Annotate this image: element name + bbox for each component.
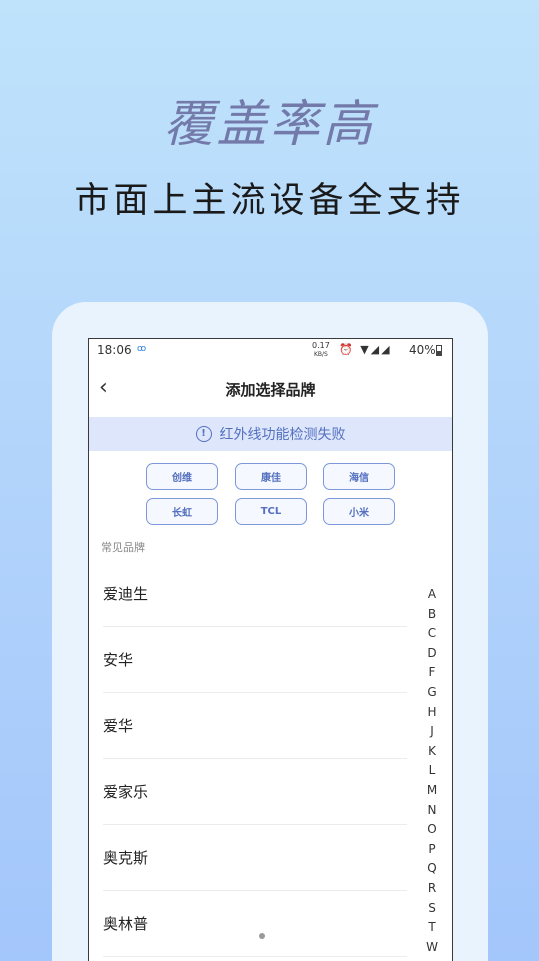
app-screen: 18:06 ꝏ 0.17 KB/S ⏰ ▼◢◢ 40% ‹ 添加选择品牌 ! 红… [88, 338, 453, 961]
index-letter[interactable]: F [425, 663, 439, 683]
headline: 覆盖率高 [163, 95, 376, 153]
status-time: 18:06 [97, 343, 132, 357]
section-label: 常见品牌 [101, 541, 145, 554]
index-letter[interactable]: B [425, 605, 439, 625]
net-speed: 0.17 KB/S [312, 342, 330, 359]
list-item[interactable]: 安华 [103, 627, 407, 693]
page-title: 添加选择品牌 [225, 381, 316, 399]
quick-brand-button[interactable]: 康佳 [235, 463, 307, 490]
index-letter[interactable]: K [425, 742, 439, 762]
list-item[interactable]: 奥林普 [103, 891, 407, 957]
quick-brand-button[interactable]: TCL [235, 498, 307, 525]
index-letter[interactable]: H [425, 703, 439, 723]
status-bar: 18:06 ꝏ 0.17 KB/S ⏰ ▼◢◢ 40% [89, 339, 452, 363]
battery-percent: 40% [409, 343, 436, 357]
index-letter[interactable]: P [425, 840, 439, 860]
index-letter[interactable]: A [425, 585, 439, 605]
index-letter[interactable]: D [425, 644, 439, 664]
index-letter[interactable]: L [425, 761, 439, 781]
index-letter[interactable]: N [425, 801, 439, 821]
info-icon: ! [195, 426, 212, 442]
brand-list: 爱迪生 安华 爱华 爱家乐 奥克斯 奥林普 [103, 561, 407, 957]
battery-icon [436, 345, 442, 356]
quick-brand-button[interactable]: 创维 [146, 463, 218, 490]
index-letter[interactable]: T [425, 918, 439, 938]
index-letter[interactable]: O [425, 820, 439, 840]
scroll-indicator [259, 933, 265, 939]
status-icons: ⏰ ▼◢◢ [339, 343, 392, 356]
alphabet-index[interactable]: A B C D F G H J K L M N O P Q R S T W [425, 585, 439, 957]
list-item[interactable]: 奥克斯 [103, 825, 407, 891]
quick-brand-button[interactable]: 海信 [323, 463, 395, 490]
quick-brand-button[interactable]: 小米 [323, 498, 395, 525]
quick-brand-button[interactable]: 长虹 [146, 498, 218, 525]
app-notification-icon: ꝏ [137, 344, 147, 354]
index-letter[interactable]: C [425, 624, 439, 644]
index-letter[interactable]: W [425, 938, 439, 958]
list-item[interactable]: 爱家乐 [103, 759, 407, 825]
index-letter[interactable]: M [425, 781, 439, 801]
index-letter[interactable]: G [425, 683, 439, 703]
warning-text: 红外线功能检测失败 [219, 427, 346, 443]
warning-banner: ! 红外线功能检测失败 [89, 417, 452, 451]
index-letter[interactable]: Q [425, 859, 439, 879]
index-letter[interactable]: J [425, 722, 439, 742]
list-item[interactable]: 爱华 [103, 693, 407, 759]
net-speed-value: 0.17 [312, 341, 330, 350]
nav-bar: ‹ 添加选择品牌 [89, 367, 452, 411]
net-speed-unit: KB/S [313, 351, 328, 358]
index-letter[interactable]: S [425, 899, 439, 919]
subheadline: 市面上主流设备全支持 [74, 181, 465, 221]
index-letter[interactable]: R [425, 879, 439, 899]
list-item[interactable]: 爱迪生 [103, 561, 407, 627]
